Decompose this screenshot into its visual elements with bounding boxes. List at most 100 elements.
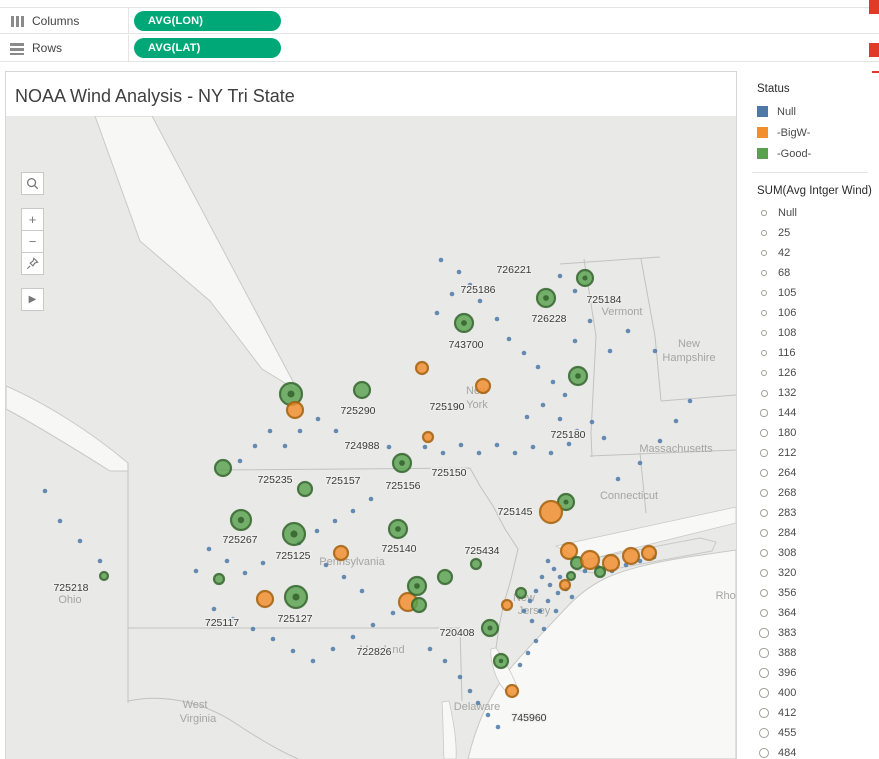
- columns-shelf[interactable]: Columns AVG(LON): [0, 7, 879, 34]
- station-mark-null[interactable]: [588, 319, 593, 324]
- station-mark-null[interactable]: [495, 443, 500, 448]
- size-legend-item[interactable]: 356: [748, 583, 872, 603]
- size-legend-item[interactable]: 132: [748, 383, 872, 403]
- station-mark-null[interactable]: [540, 575, 545, 580]
- station-mark-null[interactable]: [342, 575, 347, 580]
- station-mark-good[interactable]: [516, 588, 526, 598]
- station-mark-null[interactable]: [495, 317, 500, 322]
- station-mark-null[interactable]: [457, 270, 462, 275]
- station-mark-good[interactable]: [298, 482, 312, 496]
- size-legend-item[interactable]: 106: [748, 303, 872, 323]
- station-mark-null[interactable]: [331, 647, 336, 652]
- size-legend-item[interactable]: 308: [748, 543, 872, 563]
- station-mark-null[interactable]: [546, 559, 551, 564]
- station-mark-null[interactable]: [534, 639, 539, 644]
- station-mark-good[interactable]: [595, 567, 605, 577]
- station-mark-null[interactable]: [435, 311, 440, 316]
- station-mark-null[interactable]: [468, 689, 473, 694]
- station-mark-null[interactable]: [268, 429, 273, 434]
- size-legend-item[interactable]: 455: [748, 723, 872, 743]
- station-mark-bigw[interactable]: [287, 402, 303, 418]
- station-mark-null[interactable]: [225, 559, 230, 564]
- station-mark-null[interactable]: [43, 489, 48, 494]
- station-mark-null[interactable]: [387, 445, 392, 450]
- station-mark-bigw[interactable]: [416, 362, 428, 374]
- station-mark-null[interactable]: [477, 451, 482, 456]
- station-mark-null[interactable]: [369, 497, 374, 502]
- rows-pill-avg-lat[interactable]: AVG(LAT): [134, 38, 281, 58]
- size-legend-item[interactable]: 126: [748, 363, 872, 383]
- station-mark-null[interactable]: [443, 659, 448, 664]
- station-mark-null[interactable]: [78, 539, 83, 544]
- station-mark-null[interactable]: [58, 519, 63, 524]
- size-legend-item[interactable]: 180: [748, 423, 872, 443]
- station-mark-good[interactable]: [214, 574, 224, 584]
- station-mark-null[interactable]: [674, 419, 679, 424]
- station-mark-null[interactable]: [525, 415, 530, 420]
- station-mark-null[interactable]: [507, 337, 512, 342]
- station-mark-null[interactable]: [207, 547, 212, 552]
- station-mark-null[interactable]: [530, 619, 535, 624]
- station-mark-null[interactable]: [563, 393, 568, 398]
- station-mark-null[interactable]: [590, 420, 595, 425]
- station-mark-bigw[interactable]: [540, 501, 562, 523]
- station-mark-null[interactable]: [333, 519, 338, 524]
- station-mark-null[interactable]: [558, 417, 563, 422]
- station-mark-bigw[interactable]: [334, 546, 348, 560]
- station-mark-null[interactable]: [531, 445, 536, 450]
- station-mark-null[interactable]: [334, 429, 339, 434]
- size-legend-item[interactable]: 364: [748, 603, 872, 623]
- size-legend-item[interactable]: 412: [748, 703, 872, 723]
- size-legend-item[interactable]: 284: [748, 523, 872, 543]
- size-legend-item[interactable]: 212: [748, 443, 872, 463]
- size-legend-item[interactable]: 108: [748, 323, 872, 343]
- station-mark-null[interactable]: [251, 627, 256, 632]
- station-mark-null[interactable]: [476, 701, 481, 706]
- station-mark-good[interactable]: [412, 598, 426, 612]
- station-mark-null[interactable]: [459, 443, 464, 448]
- station-mark-null[interactable]: [541, 403, 546, 408]
- station-mark-null[interactable]: [528, 599, 533, 604]
- station-mark-null[interactable]: [513, 451, 518, 456]
- station-mark-null[interactable]: [243, 571, 248, 576]
- station-mark-null[interactable]: [283, 444, 288, 449]
- station-mark-null[interactable]: [608, 349, 613, 354]
- station-mark-null[interactable]: [638, 461, 643, 466]
- station-mark-null[interactable]: [626, 329, 631, 334]
- station-mark-null[interactable]: [534, 589, 539, 594]
- station-mark-null[interactable]: [271, 637, 276, 642]
- station-mark-null[interactable]: [653, 349, 658, 354]
- size-legend-item[interactable]: 383: [748, 623, 872, 643]
- station-mark-null[interactable]: [518, 663, 523, 668]
- station-mark-null[interactable]: [253, 444, 258, 449]
- station-mark-null[interactable]: [391, 611, 396, 616]
- station-mark-null[interactable]: [458, 675, 463, 680]
- station-mark-null[interactable]: [261, 561, 266, 566]
- size-legend-item[interactable]: 105: [748, 283, 872, 303]
- station-mark-bigw[interactable]: [423, 432, 433, 442]
- station-mark-null[interactable]: [351, 635, 356, 640]
- station-mark-good[interactable]: [438, 570, 452, 584]
- station-mark-null[interactable]: [551, 380, 556, 385]
- size-legend-item[interactable]: 396: [748, 663, 872, 683]
- station-mark-null[interactable]: [441, 451, 446, 456]
- status-legend-item[interactable]: Null: [748, 101, 872, 122]
- size-legend-item[interactable]: 268: [748, 483, 872, 503]
- station-mark-null[interactable]: [558, 274, 563, 279]
- station-mark-null[interactable]: [548, 583, 553, 588]
- status-legend-item[interactable]: -BigW-: [748, 122, 872, 143]
- size-legend-item[interactable]: 144: [748, 403, 872, 423]
- station-mark-good[interactable]: [100, 572, 108, 580]
- station-mark-null[interactable]: [311, 659, 316, 664]
- station-mark-null[interactable]: [658, 439, 663, 444]
- pin-button[interactable]: [21, 252, 44, 275]
- station-mark-null[interactable]: [558, 575, 563, 580]
- station-mark-null[interactable]: [602, 436, 607, 441]
- station-mark-null[interactable]: [316, 417, 321, 422]
- station-mark-null[interactable]: [526, 651, 531, 656]
- map-canvas[interactable]: NewYorkVermontNewHampshireMassachusettsC…: [6, 116, 736, 759]
- station-mark-bigw[interactable]: [560, 580, 570, 590]
- station-mark-good[interactable]: [567, 572, 575, 580]
- size-legend-item[interactable]: 484: [748, 743, 872, 759]
- station-mark-null[interactable]: [238, 459, 243, 464]
